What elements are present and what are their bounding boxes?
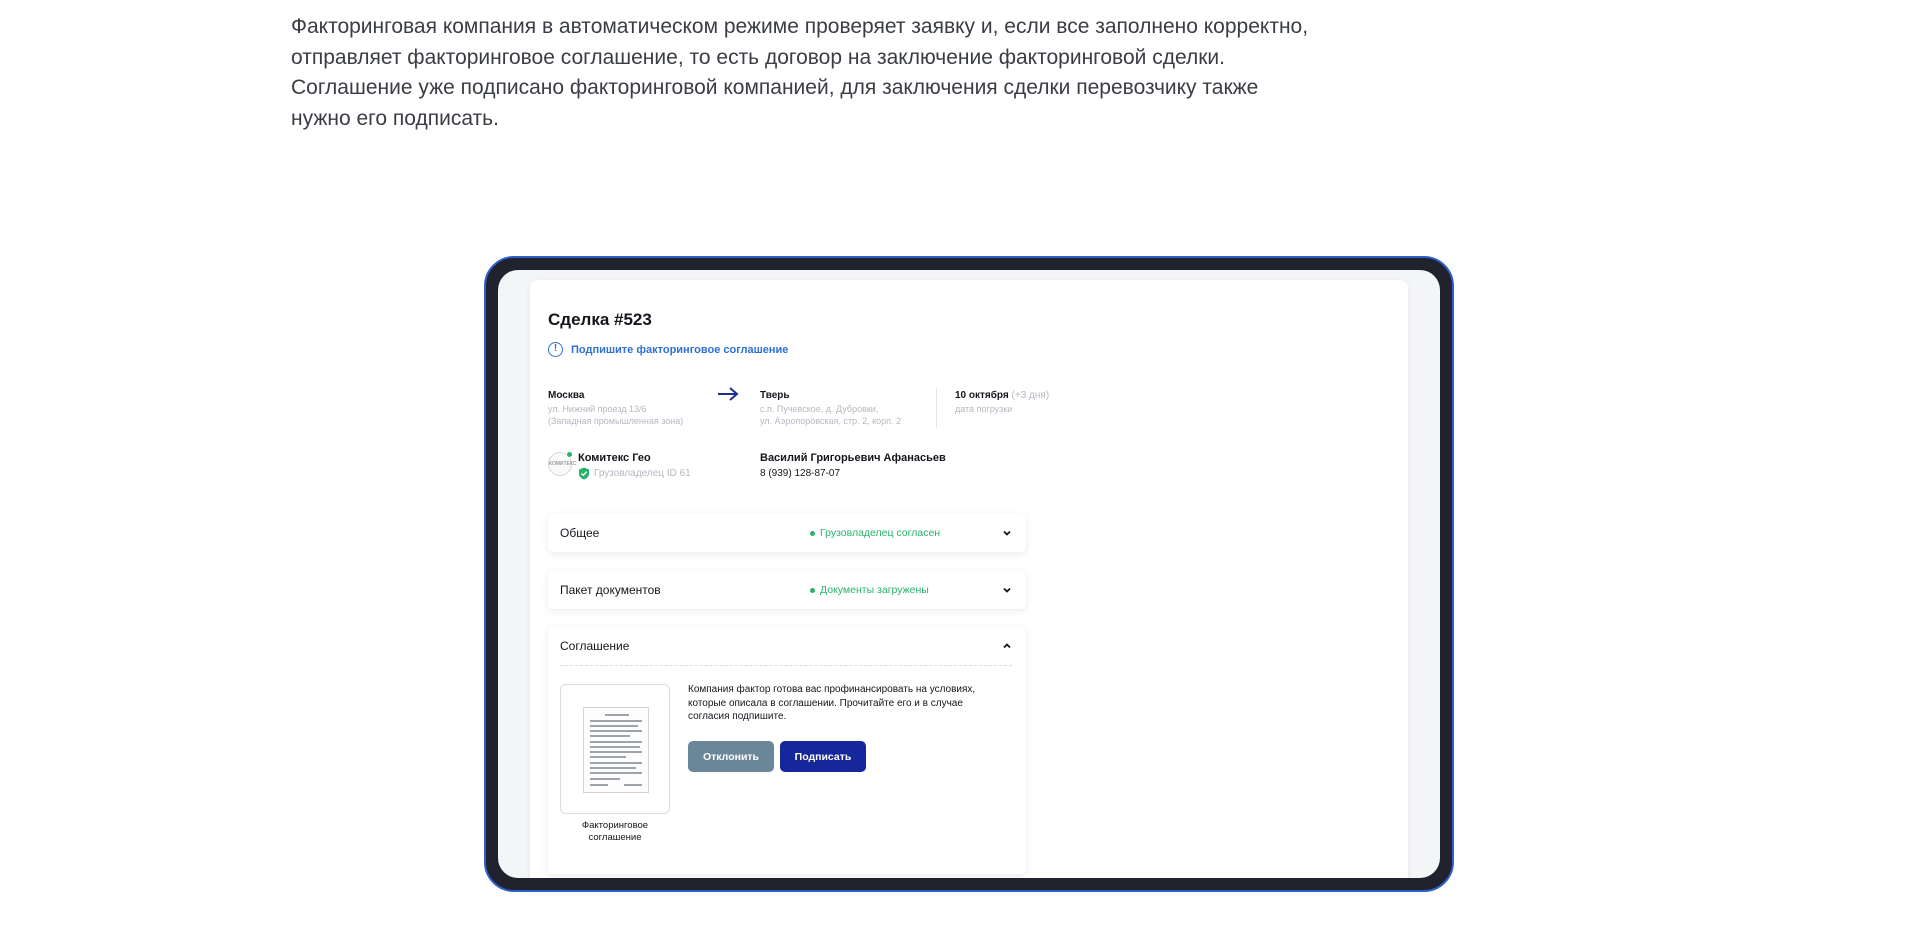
from-address-line: (Западная промышленная зона) [548,416,684,426]
route-from: Москва ул. Нижний проезд 13/6 (Западная … [548,390,718,427]
deal-card: Сделка #523 ! Подпишите факторинговое со… [530,280,1408,878]
company-role: Грузовладелец ID 61 [594,468,691,479]
chevron-down-icon[interactable] [1002,585,1012,595]
intro-line: Соглашение уже подписано факторинговой к… [291,76,1259,99]
company-name: Комитекс Гео [578,452,651,464]
chevron-up-icon[interactable] [1002,641,1012,651]
company-logo-text: КОМИТЕКС [549,461,577,467]
tablet-screen: Сделка #523 ! Подпишите факторинговое со… [498,270,1440,878]
panel-title: Соглашение [560,639,630,653]
divider [560,665,1012,666]
to-address: с.п. Пучевское, д. Дубровки, ул. Аэропор… [760,403,935,427]
reject-button[interactable]: Отклонить [688,741,774,772]
document-caption-line: соглашение [588,832,642,843]
date-extra: (+3 дня) [1011,390,1050,401]
intro-text: Факторинговая компания в автоматическом … [291,12,1431,134]
divider [936,388,937,428]
sign-button[interactable]: Подписать [780,741,866,772]
company-info: КОМИТЕКС Комитекс Гео Грузовладелец ID 6… [548,451,691,480]
info-icon: ! [548,342,563,357]
agreement-description: Компания фактор готова вас профинансиров… [688,684,976,722]
contact-name: Василий Григорьевич Афанасьев [760,452,946,464]
agreement-document-thumbnail[interactable] [560,684,670,814]
to-address-line: с.п. Пучевское, д. Дубровки, [760,404,879,414]
to-city: Тверь [760,390,790,401]
route-to: Тверь с.п. Пучевское, д. Дубровки, ул. А… [760,390,935,427]
from-address: ул. Нижний проезд 13/6 (Западная промышл… [548,403,718,427]
contact-phone[interactable]: 8 (939) 128-87-07 [760,468,946,479]
shield-check-icon [579,467,589,480]
status-text: Документы загружены [820,584,929,596]
intro-line: нужно его подписать. [291,106,499,130]
contact-info: Василий Григорьевич Афанасьев 8 (939) 12… [760,452,946,479]
from-city: Москва [548,390,585,401]
to-address-line: ул. Аэропоровская, стр. 2, корп. 2 [760,416,902,426]
intro-line: отправляет факторинговое соглашение, то … [291,45,1225,69]
status-dot [810,530,815,536]
status-badge: Грузовладелец согласен [810,527,940,539]
chevron-down-icon[interactable] [1002,528,1012,538]
panel-title: Пакет документов [560,583,661,597]
panel-general[interactable]: Общее Грузовладелец согласен [548,514,1026,552]
panel-documents[interactable]: Пакет документов Документы загружены [548,571,1026,609]
company-logo: КОМИТЕКС [548,451,576,476]
date-value: 10 октября (+3 дня) [955,390,1049,401]
panel-header[interactable]: Общее Грузовладелец согласен [548,514,1026,552]
status-dot [810,587,815,593]
date-main: 10 октября [955,390,1009,401]
sign-notice[interactable]: ! Подпишите факторинговое соглашение [548,342,788,357]
panel-title: Общее [560,526,600,540]
tablet-frame: Сделка #523 ! Подпишите факторинговое со… [484,256,1454,892]
status-text: Грузовладелец согласен [820,527,941,539]
panel-header[interactable]: Пакет документов Документы загружены [548,571,1026,609]
online-dot [566,451,573,458]
panel-header[interactable]: Соглашение [548,627,1026,665]
page-title: Сделка #523 [548,310,652,329]
panel-agreement: Соглашение Факторинговое соглашение Комп… [548,627,1026,874]
intro-line: Факторинговая компания в автоматическом … [291,15,1309,38]
document-caption-line: Факторинговое [581,820,649,831]
date-label: дата погрузки [955,404,1013,414]
document-icon [583,707,649,793]
arrow-right-icon [717,385,739,406]
from-address-line: ул. Нижний проезд 13/6 [548,404,647,414]
notice-text: Подпишите факторинговое соглашение [571,343,789,356]
status-badge: Документы загружены [810,584,929,596]
document-caption: Факторинговое соглашение [550,820,680,844]
loading-date: 10 октября (+3 дня) дата погрузки [955,390,1049,415]
